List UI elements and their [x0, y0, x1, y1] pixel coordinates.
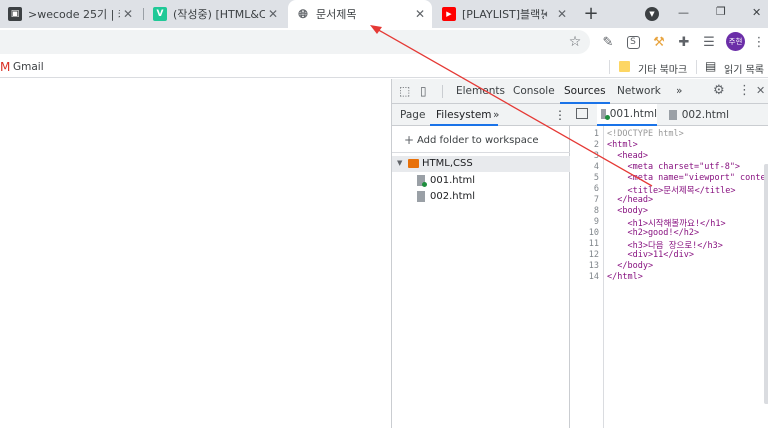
editor-tab-label: 002.html — [681, 109, 729, 121]
file-icon — [669, 110, 677, 120]
tab-title: >wecode 25기 | 커리 — [28, 8, 120, 21]
avatar[interactable]: 주현 — [726, 32, 745, 51]
tab-search-button[interactable]: ▼ — [645, 7, 659, 21]
tab-network[interactable]: Network — [617, 79, 661, 104]
editor-tabs: 001.html 002.html — [570, 104, 768, 126]
eyedropper-icon[interactable]: ✎ — [600, 34, 616, 50]
code-line: <html> — [607, 140, 638, 150]
tab-filesystem[interactable]: Filesystem — [430, 104, 498, 126]
close-icon[interactable]: ✕ — [120, 7, 136, 21]
bookmark-star-icon[interactable]: ☆ — [567, 34, 583, 50]
reading-mode-icon[interactable]: ☰ — [701, 34, 717, 50]
folder-name: HTML,CSS — [422, 158, 473, 169]
toggle-navigator-icon[interactable] — [576, 108, 588, 119]
expand-arrow-icon: ▼ — [397, 159, 403, 167]
velog-icon: V — [153, 7, 167, 21]
menu-dots-icon[interactable]: ⋮ — [751, 34, 767, 50]
more-tabs-icon[interactable]: » — [676, 79, 682, 104]
tab-title: 문서제목 — [316, 8, 357, 21]
folder-icon — [619, 61, 630, 72]
speaker-icon[interactable]: 🔈︎ — [544, 9, 550, 20]
navigator-tabs: Page Filesystem » ⋮ — [392, 104, 570, 126]
file-name: 001.html — [430, 175, 476, 186]
code-line: <h2>good!</h2> — [607, 228, 700, 238]
minimize-button[interactable]: — — [678, 6, 689, 19]
browser-toolbar: ☆ ✎ S ⚒ ✚ ☰ ⋮ — [0, 28, 768, 56]
devtools-panel: ⬚ ▯ Elements Console Sources Network » ⚙… — [391, 79, 768, 428]
code-line: <meta name="viewport" conte — [607, 173, 766, 183]
bookmark-other[interactable]: 기타 북마크 — [638, 61, 687, 76]
close-icon[interactable]: ✕ — [412, 7, 428, 21]
code-line: <div>11</div> — [607, 250, 694, 260]
new-tab-button[interactable]: + — [581, 4, 601, 24]
devtools-toolbar: ⬚ ▯ Elements Console Sources Network » ⚙… — [392, 79, 768, 104]
extension-s-icon[interactable]: S — [625, 34, 641, 50]
page-viewport — [0, 79, 391, 428]
tree-file-row[interactable]: 001.html — [392, 173, 570, 189]
close-devtools-icon[interactable]: ✕ — [756, 84, 765, 97]
gmail-icon: M — [0, 60, 11, 74]
close-icon[interactable]: ✕ — [554, 7, 570, 21]
maximize-button[interactable]: ❐ — [716, 5, 726, 18]
window-close-button[interactable]: ✕ — [752, 6, 761, 19]
code-area[interactable]: <!DOCTYPE html> <html> <head> <meta char… — [570, 126, 768, 428]
code-line: </body> — [607, 261, 654, 271]
file-icon — [417, 191, 425, 202]
tab-title: [PLAYLIST]블랙핑 — [462, 8, 544, 21]
tab-youtube-playlist[interactable]: ▶ [PLAYLIST]블랙핑 🔈︎ ✕ — [434, 0, 574, 28]
file-modified-icon — [601, 109, 610, 120]
more-navigator-icon[interactable]: » — [493, 104, 499, 126]
address-bar[interactable]: ☆ — [0, 30, 590, 54]
tab-wecode[interactable]: ▣ >wecode 25기 | 커리 ✕ — [0, 0, 140, 28]
bookmarks-bar: M Gmail 기타 북마크 ▤ 읽기 목록 — [0, 56, 768, 78]
file-name: 002.html — [430, 191, 476, 202]
bookmark-divider — [609, 60, 610, 74]
device-toggle-icon[interactable]: ▯ — [420, 84, 427, 98]
code-line: <meta charset="utf-8"> — [607, 162, 741, 172]
inspect-icon[interactable]: ⬚ — [399, 84, 410, 98]
tab-separator — [143, 8, 144, 20]
notion-icon: ▣ — [8, 7, 22, 21]
bookmark-divider — [696, 60, 697, 74]
extension-tool-icon[interactable]: ⚒ — [651, 34, 667, 50]
editor-scrollbar[interactable] — [764, 164, 768, 404]
tab-page[interactable]: Page — [400, 104, 425, 126]
gear-icon[interactable]: ⚙ — [713, 83, 725, 98]
code-line: </html> — [607, 272, 643, 282]
more-options-icon[interactable]: ⋮ — [738, 83, 751, 98]
tab-sources[interactable]: Sources — [560, 79, 610, 104]
tab-title: (작성중) [HTML&CSS] — [173, 8, 265, 21]
editor-pane: 001.html 002.html 1 2 3 4 5 6 7 8 9 10 1… — [570, 104, 768, 428]
plus-icon: + — [404, 133, 415, 147]
close-icon[interactable]: ✕ — [265, 7, 281, 21]
code-line: <!DOCTYPE html> — [607, 129, 684, 139]
youtube-icon: ▶ — [442, 7, 456, 21]
navigator-pane: Page Filesystem » ⋮ + Add folder to work… — [392, 104, 570, 428]
more-options-icon[interactable]: ⋮ — [554, 104, 566, 126]
tab-console[interactable]: Console — [513, 79, 555, 104]
reading-list-icon: ▤ — [705, 59, 717, 73]
tree-file-row[interactable]: 002.html — [392, 189, 570, 205]
folder-icon — [408, 159, 419, 168]
tab-active-document[interactable]: 🌐︎ 문서제목 ✕ — [288, 0, 432, 28]
tab-velog[interactable]: V (작성중) [HTML&CSS] ✕ — [145, 0, 285, 28]
extensions-puzzle-icon[interactable]: ✚ — [676, 34, 692, 50]
tab-strip: ▣ >wecode 25기 | 커리 ✕ V (작성중) [HTML&CSS] … — [0, 0, 768, 28]
code-line: <body> — [607, 206, 648, 216]
editor-tab-label: 001.html — [609, 108, 657, 120]
bookmark-reading-list[interactable]: 읽기 목록 — [724, 61, 764, 76]
bookmark-gmail[interactable]: Gmail — [13, 61, 44, 73]
add-folder-button[interactable]: Add folder to workspace — [417, 135, 539, 146]
code-line: </head> — [607, 195, 654, 205]
editor-tab-001[interactable]: 001.html — [597, 104, 657, 126]
code-line: <head> — [607, 151, 648, 161]
editor-tab-002[interactable]: 002.html — [665, 104, 729, 126]
toolbar-divider — [442, 85, 443, 98]
globe-icon: 🌐︎ — [296, 7, 310, 21]
tree-folder-row[interactable]: ▼ HTML,CSS — [392, 156, 570, 172]
tab-elements[interactable]: Elements — [456, 79, 505, 104]
divider — [392, 152, 570, 153]
modified-dot-icon — [422, 182, 427, 187]
